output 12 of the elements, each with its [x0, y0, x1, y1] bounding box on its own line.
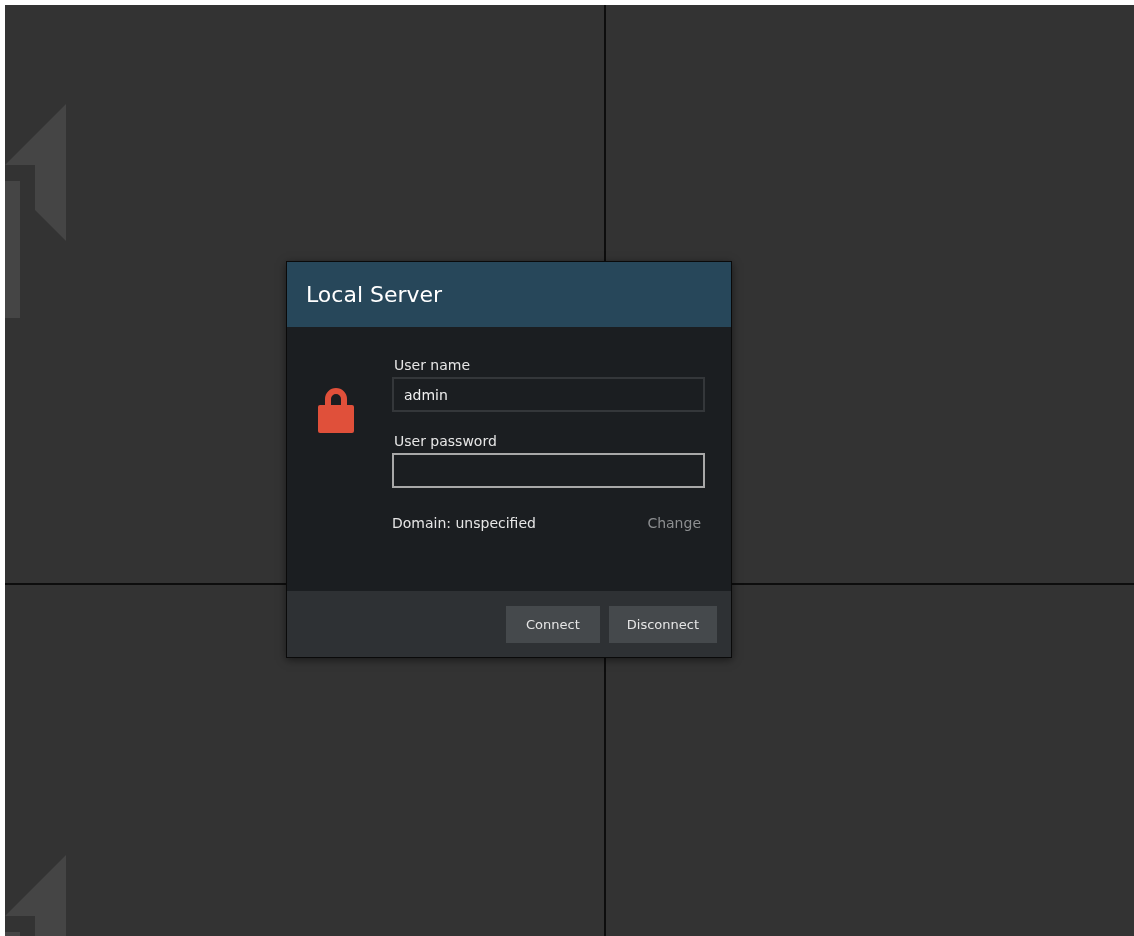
dialog-button[interactable]: Connect [506, 605, 600, 643]
input-field[interactable]: admin [392, 377, 705, 412]
logo-icon [5, 104, 66, 318]
change-link[interactable]: Change [647, 515, 701, 531]
dialog-button[interactable]: Disconnect [608, 605, 717, 643]
input-field[interactable] [392, 453, 705, 488]
dialog-title: Local Server [306, 282, 443, 307]
logo-icon [5, 855, 66, 936]
field-label: User password [394, 433, 498, 449]
domain-text: Domain: unspecified [392, 515, 536, 531]
lock-icon [318, 387, 354, 433]
field-label: User name [394, 357, 472, 373]
